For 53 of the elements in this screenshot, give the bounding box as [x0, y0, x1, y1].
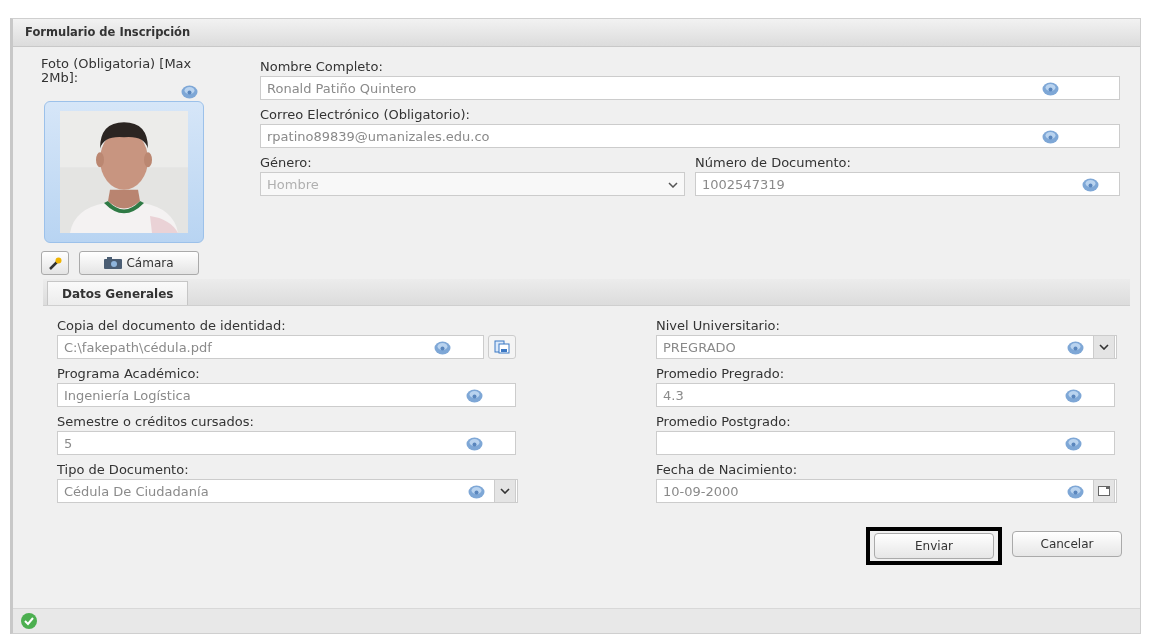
input-field[interactable]: 5	[57, 431, 516, 455]
dropdown-field[interactable]: Cédula De Ciudadanía	[57, 479, 518, 503]
help-icon[interactable]	[468, 485, 485, 499]
help-icon[interactable]	[1065, 437, 1082, 451]
field-label: Género:	[260, 154, 313, 172]
field-label: Promedio Postgrado:	[656, 413, 792, 431]
input-field[interactable]: 1002547319	[695, 172, 1120, 196]
documents-icon	[494, 340, 510, 354]
file-field[interactable]: C:\fakepath\cédula.pdf	[57, 335, 484, 359]
help-icon[interactable]	[1042, 130, 1059, 144]
input-field[interactable]: Ronald Patiño Quintero	[260, 76, 1120, 100]
field-label: Nivel Universitario:	[656, 317, 781, 335]
caret-icon	[500, 488, 510, 494]
field-label: Nombre Completo:	[260, 58, 384, 76]
action-button[interactable]: Enviar	[874, 533, 994, 559]
dropdown-field[interactable]: Hombre	[260, 172, 685, 196]
field-label: Correo Electrónico (Obligatorio):	[260, 106, 471, 124]
field-label: Programa Académico:	[57, 365, 201, 383]
field-label: Número de Documento:	[695, 154, 852, 172]
input-field[interactable]	[656, 431, 1115, 455]
wand-button[interactable]	[41, 251, 69, 275]
field-label: Semestre o créditos cursados:	[57, 413, 255, 431]
calendar-button[interactable]	[1093, 479, 1115, 503]
help-icon[interactable]	[434, 341, 451, 355]
calendar-icon	[1098, 486, 1110, 496]
help-icon[interactable]	[1067, 485, 1084, 499]
input-field[interactable]: rpatino89839@umanizales.edu.co	[260, 124, 1120, 148]
dropdown-button[interactable]	[1093, 335, 1115, 359]
dropdown-button[interactable]	[494, 479, 516, 503]
help-icon[interactable]	[1042, 82, 1059, 96]
date-field[interactable]: 10-09-2000	[656, 479, 1117, 503]
help-icon[interactable]	[181, 85, 198, 99]
input-field[interactable]: 4.3	[656, 383, 1115, 407]
help-icon[interactable]	[466, 437, 483, 451]
caret-icon[interactable]	[668, 182, 678, 188]
camera-button[interactable]: Cámara	[79, 251, 199, 275]
field-label: Fecha de Nacimiento:	[656, 461, 799, 479]
help-icon[interactable]	[1067, 341, 1084, 355]
help-icon[interactable]	[1082, 178, 1099, 192]
help-icon[interactable]	[466, 389, 483, 403]
help-icon[interactable]	[1065, 389, 1082, 403]
upload-button[interactable]	[488, 335, 516, 359]
tab[interactable]: Datos Generales	[47, 281, 189, 305]
dropdown-field[interactable]: PREGRADO	[656, 335, 1117, 359]
field-label: Copia del documento de identidad:	[57, 317, 287, 335]
field-label: Tipo de Documento:	[57, 461, 190, 479]
action-button[interactable]: Cancelar	[1012, 531, 1122, 557]
photo-label: Foto (Obligatoria) [Max 2Mb]:	[41, 57, 193, 85]
camera-icon	[104, 257, 123, 269]
input-field[interactable]: Ingeniería Logística	[57, 383, 516, 407]
wand-icon	[48, 256, 62, 270]
field-label: Promedio Pregrado:	[656, 365, 786, 383]
caret-icon	[1099, 344, 1109, 350]
